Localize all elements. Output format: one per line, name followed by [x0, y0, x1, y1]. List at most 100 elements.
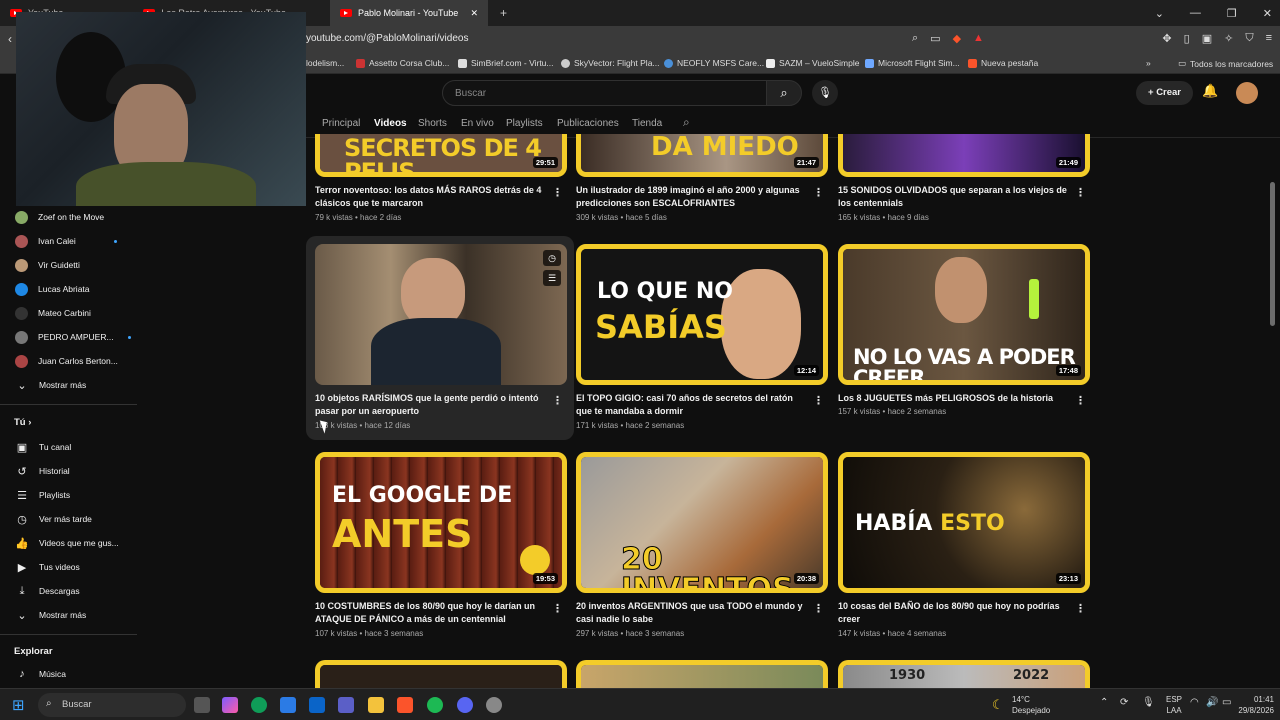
sub-item[interactable]: Zoef on the Move	[0, 206, 138, 228]
tab-publicaciones[interactable]: Publicaciones	[557, 118, 619, 129]
video-thumbnail[interactable]: EL GOOGLE DE ANTES 19:53	[315, 452, 567, 593]
tab-shorts[interactable]: Shorts	[418, 118, 447, 129]
show-more-subs[interactable]: ⌄ Mostrar más	[0, 374, 138, 396]
tab-tienda[interactable]: Tienda	[632, 118, 662, 129]
video-card[interactable]: 1930 2022	[838, 660, 1090, 688]
sidebar-icon[interactable]: ▯	[1184, 32, 1190, 45]
video-title[interactable]: 20 inventos ARGENTINOS que usa TODO el m…	[576, 600, 806, 626]
bookmark-item[interactable]: Microsoft Flight Sim...	[865, 58, 960, 68]
file-explorer-icon[interactable]	[368, 697, 384, 713]
add-to-queue-icon[interactable]: ☰	[543, 270, 561, 286]
url-field[interactable]: youtube.com/@PabloMolinari/videos	[306, 33, 468, 44]
video-thumbnail[interactable]: LO QUE NO SABÍAS 12:14	[576, 244, 828, 385]
page-scrollbar[interactable]	[1270, 182, 1275, 326]
bookmarks-overflow-icon[interactable]: »	[1146, 58, 1151, 68]
tab-active[interactable]: Pablo Molinari - YouTube ✕	[330, 0, 488, 26]
search-button[interactable]: ⌕	[766, 80, 802, 106]
video-card[interactable]	[576, 660, 828, 688]
leo-ai-icon[interactable]: ✧	[1224, 32, 1233, 45]
vpn-icon[interactable]: ⛉	[1245, 32, 1253, 45]
video-thumbnail[interactable]: 1930 2022	[838, 660, 1090, 688]
obs-icon[interactable]	[486, 697, 502, 713]
mic-button[interactable]: 🎙	[812, 80, 838, 106]
bookmark-item[interactable]: Assetto Corsa Club...	[356, 58, 449, 68]
video-card[interactable]: 21:49 15 SONIDOS OLVIDADOS que separan a…	[838, 134, 1090, 222]
video-thumbnail[interactable]: ◷ ☰	[315, 244, 567, 385]
video-card[interactable]: HABÍA ESTO 23:13 10 cosas del BAÑO de lo…	[838, 452, 1090, 638]
sidebar-item-historial[interactable]: ↺ Historial	[0, 460, 138, 482]
more-options-icon[interactable]: ⋮	[1075, 186, 1086, 199]
sub-item[interactable]: Lucas Abriata	[0, 278, 138, 300]
brave-rewards-icon[interactable]: ▲	[973, 32, 984, 45]
close-tab-icon[interactable]: ✕	[470, 8, 478, 19]
video-title[interactable]: El TOPO GIGIO: casi 70 años de secretos …	[576, 392, 806, 418]
more-options-icon[interactable]: ⋮	[552, 394, 563, 407]
more-options-icon[interactable]: ⋮	[813, 186, 824, 199]
tray-overflow-icon[interactable]: ⌃	[1100, 697, 1108, 708]
video-thumbnail[interactable]: HABÍA ESTO 23:13	[838, 452, 1090, 593]
video-title[interactable]: 10 cosas del BAÑO de los 80/90 que hoy n…	[838, 600, 1068, 626]
bookmark-item[interactable]: SimBrief.com - Virtu...	[458, 58, 554, 68]
store-icon[interactable]	[280, 697, 296, 713]
close-window-icon[interactable]: ✕	[1263, 7, 1272, 20]
video-title[interactable]: Terror noventoso: los datos MÁS RAROS de…	[315, 184, 545, 210]
more-options-icon[interactable]: ⋮	[552, 186, 563, 199]
video-card[interactable]: LO QUE NO SABÍAS 12:14 El TOPO GIGIO: ca…	[576, 244, 828, 430]
video-thumbnail[interactable]: SECRETOS DE 4 PELIS 29:51	[315, 134, 567, 177]
bookmark-item[interactable]: Nueva pestaña	[968, 58, 1038, 68]
sub-item[interactable]: Juan Carlos Berton...	[0, 350, 138, 372]
minimize-icon[interactable]: —	[1190, 7, 1201, 19]
discord-icon[interactable]	[457, 697, 473, 713]
video-title[interactable]: 10 objetos RARÍSIMOS que la gente perdió…	[315, 392, 545, 418]
video-card[interactable]	[315, 660, 567, 688]
channel-search-icon[interactable]: ⌕	[683, 115, 690, 130]
show-more-you[interactable]: ⌄ Mostrar más	[0, 604, 138, 626]
more-options-icon[interactable]: ⋮	[1075, 394, 1086, 407]
notifications-bell-icon[interactable]: 🔔	[1202, 83, 1218, 99]
brave-taskbar-icon[interactable]	[397, 697, 413, 713]
tab-principal[interactable]: Principal	[322, 118, 360, 129]
watch-later-icon[interactable]: ◷	[543, 250, 561, 266]
bookmark-folder[interactable]: ▭ Todos los marcadores	[1178, 58, 1273, 69]
video-card[interactable]: SECRETOS DE 4 PELIS 29:51 Terror novento…	[315, 134, 567, 222]
video-card[interactable]: NO LO VAS A PODER CREER 17:48 Los 8 JUGU…	[838, 244, 1090, 416]
video-thumbnail[interactable]: 20 INVENTOS 20:38	[576, 452, 828, 593]
brave-shield-icon[interactable]: ◆	[953, 32, 961, 45]
sidebar-item-downloads[interactable]: ⤓ Descargas	[0, 580, 138, 602]
wifi-icon[interactable]: ◠	[1190, 697, 1199, 708]
new-tab-icon[interactable]: +	[500, 6, 507, 20]
more-options-icon[interactable]: ⋮	[813, 602, 824, 615]
video-title[interactable]: 10 COSTUMBRES de los 80/90 que hoy le da…	[315, 600, 545, 626]
tab-playlists[interactable]: Playlists	[506, 118, 543, 129]
sidebar-item-your-videos[interactable]: ▶ Tus videos	[0, 556, 138, 578]
video-card[interactable]: EL GOOGLE DE ANTES 19:53 10 COSTUMBRES d…	[315, 452, 567, 638]
sidebar-item-watch-later[interactable]: ◷ Ver más tarde	[0, 508, 138, 530]
taskbar-search[interactable]: Buscar	[38, 693, 186, 717]
sidebar-item-playlists[interactable]: ☰ Playlists	[0, 484, 138, 506]
video-thumbnail[interactable]	[576, 660, 828, 688]
sub-item[interactable]: PEDRO AMPUER...	[0, 326, 138, 348]
bookmark-item[interactable]: NEOFLY MSFS Care...	[664, 58, 764, 68]
you-heading[interactable]: Tú ›	[14, 417, 31, 428]
sync-icon[interactable]: ⟳	[1120, 697, 1128, 708]
video-card[interactable]: ◷ ☰ 10 objetos RARÍSIMOS que la gente pe…	[315, 244, 567, 430]
bookmark-item[interactable]: SAZM – VueloSimple	[766, 58, 859, 68]
outlook-icon[interactable]	[309, 697, 325, 713]
more-options-icon[interactable]: ⋮	[552, 602, 563, 615]
sidebar-item-tu-canal[interactable]: ▣ Tu canal	[0, 436, 138, 458]
search-input[interactable]: Buscar	[442, 80, 772, 106]
cast-icon[interactable]: ▭	[930, 32, 940, 45]
bookmark-item[interactable]: lodelism...	[306, 58, 344, 68]
video-thumbnail[interactable]: NO LO VAS A PODER CREER 17:48	[838, 244, 1090, 385]
video-card[interactable]: 20 INVENTOS 20:38 20 inventos ARGENTINOS…	[576, 452, 828, 638]
video-title[interactable]: 15 SONIDOS OLVIDADOS que separan a los v…	[838, 184, 1068, 210]
video-thumbnail[interactable]: 21:49	[838, 134, 1090, 177]
copilot-icon[interactable]	[222, 697, 238, 713]
wallet-icon[interactable]: ▣	[1202, 32, 1212, 45]
tab-en-vivo[interactable]: En vivo	[461, 118, 494, 129]
back-icon[interactable]: ‹	[8, 32, 12, 46]
create-button[interactable]: + Crear	[1136, 81, 1194, 105]
menu-icon[interactable]: ≡	[1266, 32, 1272, 45]
sub-item[interactable]: Vir Guidetti	[0, 254, 138, 276]
video-title[interactable]: Los 8 JUGUETES más PELIGROSOS de la hist…	[838, 392, 1068, 405]
